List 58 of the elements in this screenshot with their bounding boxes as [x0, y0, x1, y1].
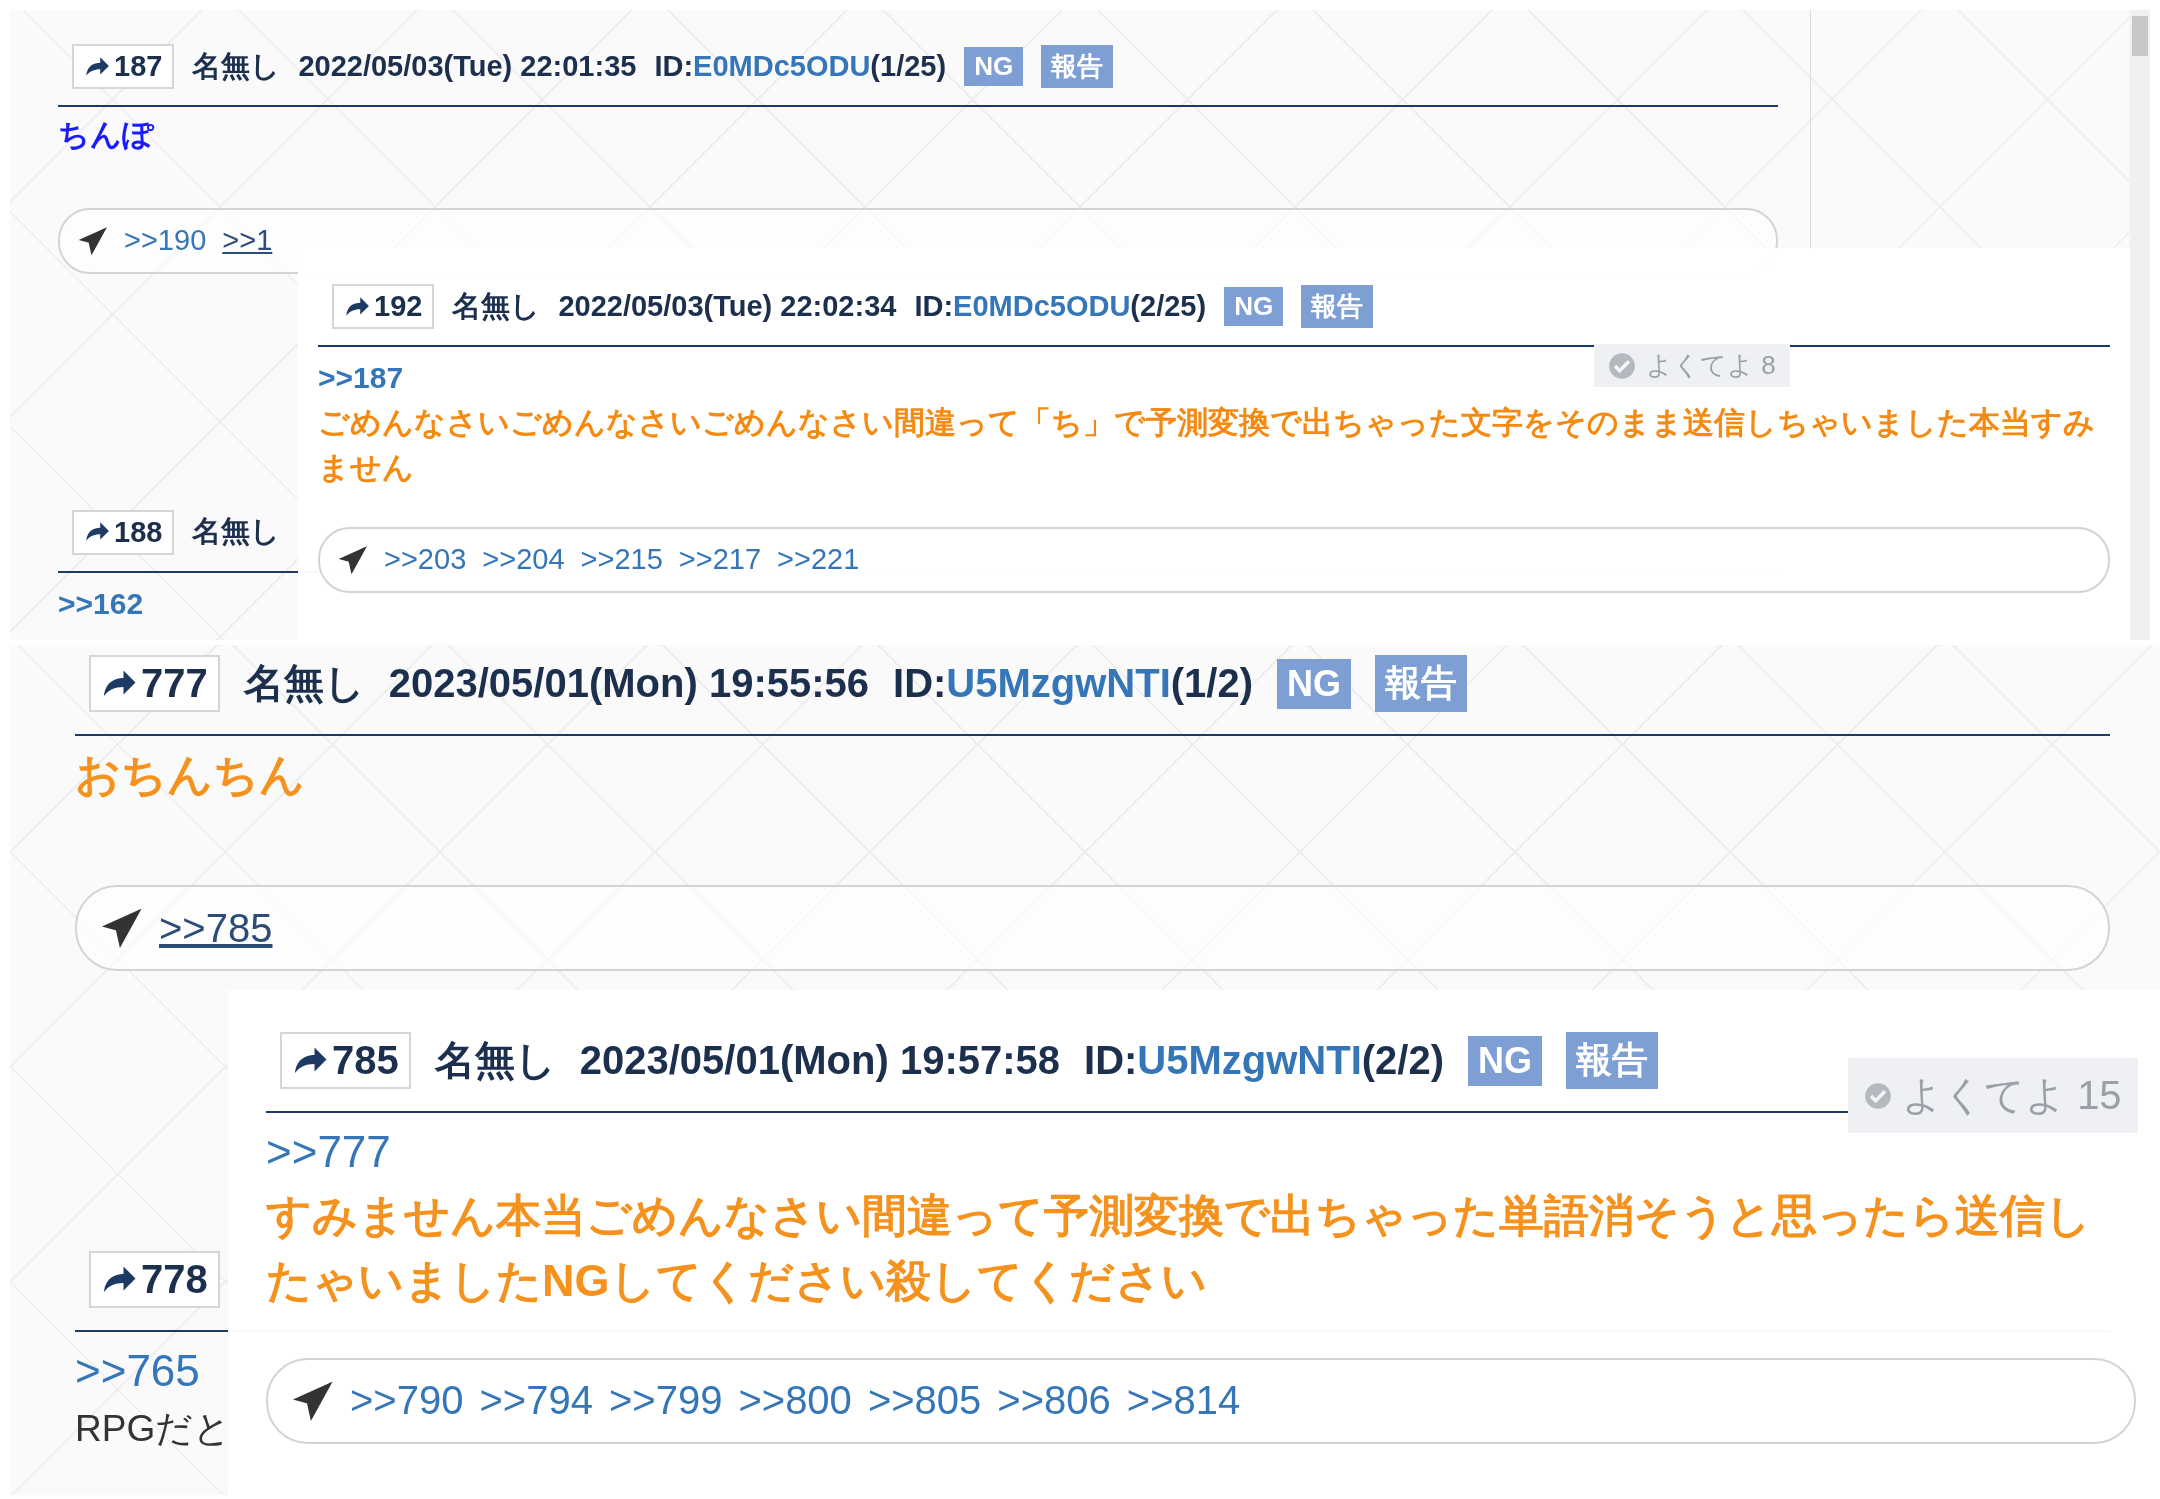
reply-link[interactable]: >>785 — [159, 905, 273, 951]
post-body: すみません本当ごめんなさい間違って予測変換で出ちゃった単語消そうと思ったら送信したゃいましたNGしてください殺してください — [266, 1189, 2092, 1309]
paper-plane-icon — [292, 1379, 334, 1422]
report-button[interactable]: 報告 — [1566, 1032, 1659, 1089]
report-button[interactable]: 報告 — [1301, 285, 1374, 328]
post-body: ちんぽ — [58, 116, 156, 154]
poster-id: ID:U5MzgwNTI(1/2) — [893, 661, 1254, 706]
post-number[interactable]: 192 — [332, 284, 435, 329]
poster-name: 名無し — [434, 1037, 556, 1084]
reply-link[interactable]: >>187 — [318, 361, 404, 395]
report-button[interactable]: 報告 — [1041, 45, 1114, 88]
reply-link[interactable]: >>190 — [124, 224, 207, 258]
poster-id: ID:E0MDc5ODU(1/25) — [654, 50, 947, 83]
poster-name: 名無し — [192, 48, 281, 84]
post-number[interactable]: 187 — [72, 44, 175, 89]
paper-plane-icon — [101, 907, 143, 950]
post-number[interactable]: 188 — [72, 509, 175, 555]
check-circle-icon — [1864, 1081, 1892, 1110]
ng-button[interactable]: NG — [964, 47, 1024, 86]
post-body: おちんちん — [75, 748, 306, 802]
reply-link[interactable]: >>1 — [222, 224, 273, 258]
post-number[interactable]: 777 — [89, 655, 220, 712]
ng-button[interactable]: NG — [1468, 1035, 1543, 1086]
ng-button[interactable]: NG — [1277, 658, 1352, 709]
check-circle-icon — [1608, 351, 1636, 380]
reply-link[interactable]: >>800 — [738, 1378, 852, 1423]
ng-button[interactable]: NG — [1224, 287, 1284, 326]
post-number[interactable]: 778 — [89, 1251, 220, 1309]
poster-name: 名無し — [243, 660, 365, 707]
scrollbar-thumb[interactable] — [2132, 16, 2148, 56]
reply-link[interactable]: >>799 — [608, 1378, 723, 1423]
reply-link[interactable]: >>794 — [479, 1378, 593, 1423]
post-number[interactable]: 785 — [280, 1032, 411, 1089]
reply-link[interactable]: >>215 — [580, 543, 663, 577]
reply-link[interactable]: >>204 — [482, 543, 565, 577]
report-button[interactable]: 報告 — [1375, 655, 1468, 712]
reply-link[interactable]: >>765 — [75, 1346, 200, 1397]
reply-link[interactable]: >>217 — [678, 543, 762, 577]
post-body: ごめんなさいごめんなさいごめんなさい間違って「ち」で予測変換で出ちゃった文字をそのまま送信しちゃいました本当すみません — [318, 404, 2096, 487]
reply-link[interactable]: >>790 — [350, 1378, 464, 1423]
post-body: RPGだと — [75, 1407, 232, 1452]
post-date: 2022/05/03(Tue) 22:02:34 — [558, 290, 897, 323]
reply-link[interactable]: >>806 — [997, 1378, 1111, 1423]
poster-id: ID:U5MzgwNTI(2/2) — [1084, 1038, 1445, 1083]
poster-name: 名無し — [452, 288, 541, 324]
reply-link[interactable]: >>805 — [867, 1378, 982, 1423]
poster-id: ID:E0MDc5ODU(2/25) — [914, 290, 1207, 323]
paper-plane-icon — [338, 544, 368, 575]
poster-name: 名無し — [192, 514, 281, 550]
reply-link[interactable]: >>203 — [384, 543, 467, 577]
paper-plane-icon — [78, 225, 108, 256]
reply-link[interactable]: >>162 — [58, 586, 144, 621]
post-date: 2022/05/03(Tue) 22:01:35 — [298, 50, 637, 83]
post-date: 2023/05/01(Mon) 19:55:56 — [388, 661, 869, 706]
reply-link[interactable]: >>814 — [1126, 1378, 1241, 1423]
post-date: 2023/05/01(Mon) 19:57:58 — [579, 1038, 1060, 1083]
reply-link[interactable]: >>221 — [777, 543, 860, 577]
reply-link[interactable]: >>777 — [266, 1127, 391, 1177]
